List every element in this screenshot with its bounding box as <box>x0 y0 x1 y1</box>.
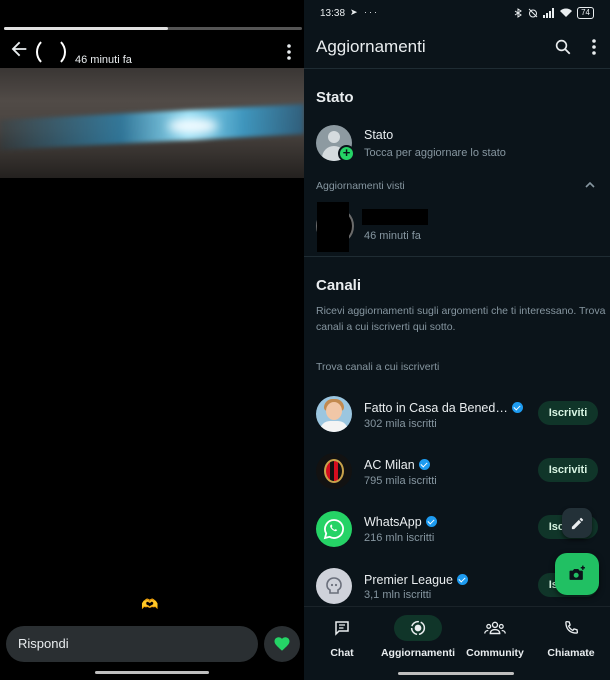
nav-tab-community[interactable]: Community <box>457 615 533 669</box>
clock: 13:38 <box>320 8 346 19</box>
status-time: 46 minuti fa <box>75 54 132 66</box>
channel-name: AC Milan <box>364 458 415 472</box>
status-progress-bar <box>4 27 302 30</box>
channels-description: Ricevi aggiornamenti sugli argomenti che… <box>316 305 606 333</box>
status-image <box>0 68 304 178</box>
nav-tab-calls[interactable]: Chiamate <box>533 615 609 669</box>
signal-icon <box>543 8 555 18</box>
channel-name: Fatto in Casa da Bened… <box>364 401 508 415</box>
wifi-icon <box>560 8 573 17</box>
like-button[interactable] <box>264 626 300 662</box>
pencil-icon <box>571 517 583 529</box>
nav-tab-chat[interactable]: Chat <box>304 615 380 669</box>
bottom-navigation: Chat Aggiornamenti Community Chiamate <box>304 606 610 680</box>
battery-indicator: 74 <box>577 7 594 19</box>
status-viewer: 46 minuti fa 🫶 Rispondi <box>0 0 304 680</box>
camera-add-icon <box>569 565 585 580</box>
notification-icons: ➤ ··· <box>350 7 380 17</box>
ac-milan-crest-icon <box>324 459 344 483</box>
channel-avatar <box>316 568 352 604</box>
channel-followers: 3,1 mln iscritti <box>364 589 432 601</box>
status-author-avatar[interactable] <box>36 37 66 67</box>
search-icon[interactable] <box>554 38 572 56</box>
redacted-contact-name <box>362 209 428 225</box>
updates-icon <box>410 620 426 636</box>
heart-icon <box>274 637 290 651</box>
channel-name: Premier League <box>364 573 453 587</box>
redaction-block <box>317 202 349 252</box>
subscribe-button[interactable]: Iscriviti <box>538 458 598 482</box>
reply-input[interactable]: Rispondi <box>6 626 258 662</box>
channel-followers: 302 mila iscritti <box>364 418 437 430</box>
viewed-status-time: 46 minuti fa <box>364 230 421 242</box>
more-vertical-icon[interactable] <box>589 37 599 57</box>
bluetooth-icon <box>514 8 522 18</box>
channels-section-title: Canali <box>316 277 362 294</box>
channel-avatar <box>316 511 352 547</box>
status-section-title: Stato <box>316 89 354 106</box>
home-indicator <box>95 671 209 674</box>
arrow-left-icon[interactable] <box>8 38 30 60</box>
channel-name: WhatsApp <box>364 515 422 529</box>
app-header: Aggiornamenti <box>304 30 610 66</box>
verified-badge-icon <box>425 516 437 527</box>
channel-avatar <box>316 453 352 489</box>
updates-screen: 13:38 ➤ ··· 74 Aggiornamenti Stato + Sta… <box>304 0 610 680</box>
status-progress-fill <box>4 27 168 30</box>
my-status-title: Stato <box>364 128 394 142</box>
phone-icon <box>565 620 579 634</box>
nav-tab-updates[interactable]: Aggiornamenti <box>380 615 456 669</box>
nav-label: Chat <box>330 647 354 659</box>
community-icon <box>484 621 506 635</box>
channel-followers: 795 mila iscritti <box>364 475 437 487</box>
channel-followers: 216 mln iscritti <box>364 532 435 544</box>
chevron-up-icon[interactable] <box>584 180 596 190</box>
nav-label: Community <box>466 647 524 659</box>
chat-icon <box>335 621 349 636</box>
verified-badge-icon <box>511 402 523 413</box>
subscribe-button[interactable]: Iscriviti <box>538 401 598 425</box>
home-indicator <box>398 672 514 675</box>
system-status-bar: 13:38 ➤ ··· 74 <box>304 0 610 26</box>
find-channels-header: Trova canali a cui iscriverti <box>316 361 440 373</box>
nav-label: Chiamate <box>547 647 595 659</box>
more-vertical-icon[interactable] <box>284 42 294 62</box>
verified-badge-icon <box>418 459 430 470</box>
status-viewer-header: 46 minuti fa <box>0 34 304 68</box>
alarm-off-icon <box>528 8 538 18</box>
heart-hands-emoji: 🫶 <box>141 596 159 612</box>
add-status-icon: + <box>338 145 355 162</box>
my-status-subtitle: Tocca per aggiornare lo stato <box>364 147 506 159</box>
nav-label: Aggiornamenti <box>380 647 456 659</box>
page-title: Aggiornamenti <box>316 37 426 56</box>
whatsapp-logo-icon <box>323 519 344 540</box>
premier-league-logo-icon <box>326 577 342 594</box>
verified-badge-icon <box>456 574 468 585</box>
new-photo-status-button[interactable] <box>555 553 599 595</box>
new-text-status-button[interactable] <box>562 508 592 538</box>
channel-avatar <box>316 396 352 432</box>
viewed-updates-header: Aggiornamenti visti <box>316 180 405 192</box>
